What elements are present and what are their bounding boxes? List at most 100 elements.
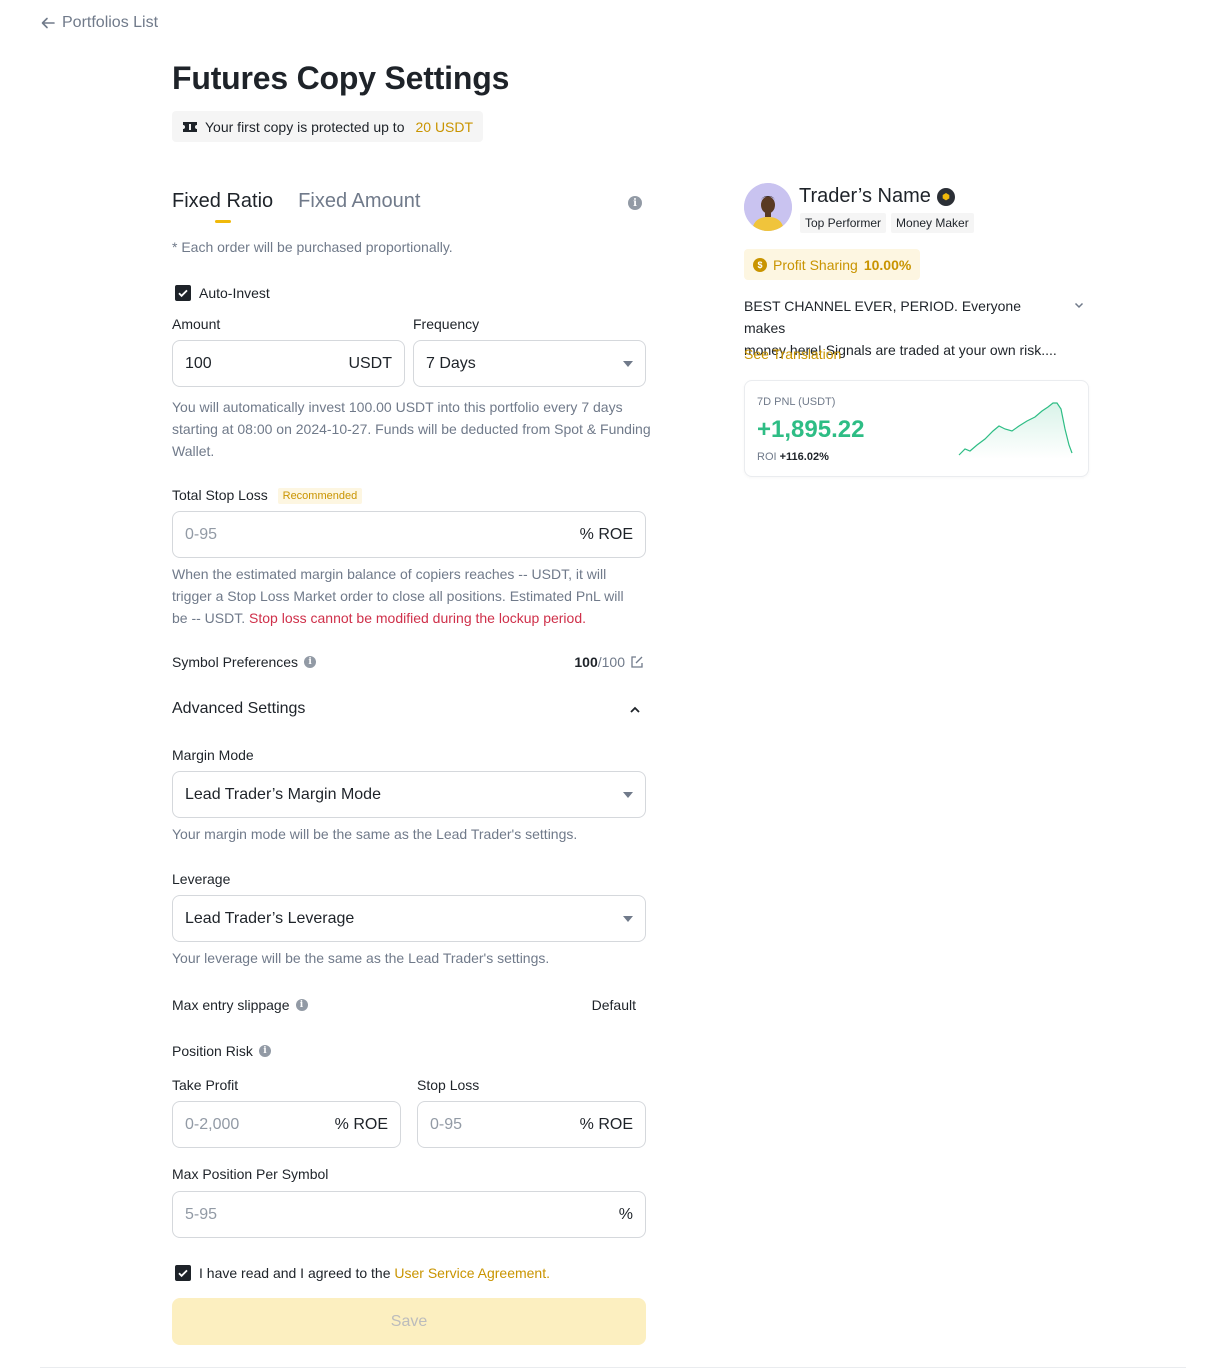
take-profit-input[interactable]: 0-2,000 % ROE <box>172 1101 401 1148</box>
stop-loss-help-line: trigger a Stop Loss Market order to clos… <box>172 588 624 604</box>
protection-amount: 20 USDT <box>415 118 474 135</box>
position-risk-label: Position Risk <box>172 1043 253 1059</box>
total-stop-loss-label-row: Total Stop Loss Recommended <box>172 487 363 505</box>
stop-loss-unit: % ROE <box>579 1115 633 1133</box>
roi-value: +116.02% <box>779 451 829 463</box>
frequency-label: Frequency <box>413 316 480 332</box>
pnl-value: +1,895.22 <box>757 416 865 443</box>
slippage-row: Max entry slippage i Default <box>172 997 646 1013</box>
trader-avatar[interactable] <box>744 183 792 231</box>
arrow-left-icon <box>41 17 55 29</box>
trader-name[interactable]: Trader’s Name <box>799 185 931 208</box>
stop-loss-label: Stop Loss <box>417 1077 480 1093</box>
auto-invest-label: Auto-Invest <box>199 285 270 301</box>
tab-fixed-amount[interactable]: Fixed Amount <box>298 190 420 223</box>
amount-label: Amount <box>172 316 221 332</box>
see-translation-link[interactable]: See Translation <box>744 346 841 362</box>
roi-label: ROI <box>757 451 777 463</box>
trader-tag: Top Performer <box>800 213 887 233</box>
bio-line: BEST CHANNEL EVER, PERIOD. Everyone make… <box>744 298 1021 336</box>
auto-invest-help: You will automatically invest 100.00 USD… <box>172 396 652 462</box>
dollar-coin-icon: $ <box>753 257 767 272</box>
total-stop-loss-help: When the estimated margin balance of cop… <box>172 563 652 629</box>
pnl-label: 7D PNL (USDT) <box>757 396 836 408</box>
margin-mode-value: Lead Trader’s Margin Mode <box>185 785 381 803</box>
caret-down-icon <box>623 915 633 922</box>
info-icon[interactable]: i <box>304 656 317 668</box>
page-title: Futures Copy Settings <box>172 60 510 96</box>
total-stop-loss-label: Total Stop Loss <box>172 487 268 503</box>
save-button[interactable]: Save <box>172 1298 646 1345</box>
protection-banner: Your first copy is protected up to 20 US… <box>172 111 484 142</box>
protection-text: Your first copy is protected up to <box>205 118 405 135</box>
auto-invest-checkbox[interactable]: Auto-Invest <box>175 285 270 301</box>
symbol-preferences-total: /100 <box>597 654 625 670</box>
leverage-select[interactable]: Lead Trader’s Leverage <box>172 895 646 942</box>
pnl-sparkline <box>958 402 1073 459</box>
trader-name-row: Trader’s Name <box>799 185 955 208</box>
mode-tabs: Fixed Ratio Fixed Amount <box>172 190 420 223</box>
amount-input[interactable]: 100 USDT <box>172 340 405 387</box>
symbol-preferences-row[interactable]: Symbol Preferences i 100/100 <box>172 654 646 670</box>
recommended-badge: Recommended <box>277 488 363 505</box>
frequency-select[interactable]: 7 Days <box>413 340 646 387</box>
divider <box>40 1367 1186 1368</box>
take-profit-unit: % ROE <box>334 1115 388 1133</box>
position-risk-row: Position Risk i <box>172 1043 271 1059</box>
auto-invest-help-line: Wallet. <box>172 443 215 459</box>
margin-mode-help: Your margin mode will be the same as the… <box>172 826 578 842</box>
chevron-up-icon[interactable] <box>628 703 642 717</box>
symbol-preferences-label: Symbol Preferences <box>172 654 299 670</box>
tab-note: * Each order will be purchased proportio… <box>172 239 453 255</box>
amount-unit: USDT <box>348 354 392 372</box>
tab-fixed-ratio[interactable]: Fixed Ratio <box>172 190 273 223</box>
stop-loss-help-line: When the estimated margin balance of cop… <box>172 566 607 582</box>
margin-mode-label: Margin Mode <box>172 747 254 763</box>
max-position-label: Max Position Per Symbol <box>172 1166 329 1182</box>
auto-invest-help-line: You will automatically invest 100.00 USD… <box>172 399 623 415</box>
frequency-value: 7 Days <box>426 354 476 372</box>
total-stop-loss-unit: % ROE <box>579 525 633 543</box>
leverage-value: Lead Trader’s Leverage <box>185 909 355 927</box>
checkbox-checked-icon[interactable] <box>175 1265 191 1281</box>
profit-sharing-value: 10.00% <box>863 256 912 273</box>
trader-tags: Top Performer Money Maker <box>800 213 974 233</box>
symbol-preferences-selected: 100 <box>574 654 598 670</box>
take-profit-label: Take Profit <box>172 1077 239 1093</box>
back-to-portfolios-link[interactable]: Portfolios List <box>40 14 158 32</box>
stop-loss-warning: Stop loss cannot be modified during the … <box>249 610 587 626</box>
advanced-settings-toggle[interactable]: Advanced Settings <box>172 700 305 718</box>
slippage-dropdown[interactable]: Default <box>592 997 646 1013</box>
max-position-unit: % <box>618 1205 633 1223</box>
auto-invest-help-line: starting at 08:00 on 2024-10-27. Funds w… <box>172 421 651 437</box>
max-position-input[interactable]: 5-95 % <box>172 1191 646 1238</box>
stop-loss-help-line: be -- USDT. <box>172 610 246 626</box>
stop-loss-input[interactable]: 0-95 % ROE <box>417 1101 646 1148</box>
user-service-agreement-link[interactable]: User Service Agreement. <box>394 1265 550 1281</box>
agreement-checkbox[interactable]: I have read and I agreed to the User Ser… <box>175 1265 550 1281</box>
roi-row: ROI +116.02% <box>757 451 829 463</box>
agreement-text: I have read and I agreed to the <box>199 1265 391 1281</box>
profit-sharing-label: Profit Sharing <box>773 256 858 273</box>
stop-loss-placeholder: 0-95 <box>430 1115 463 1133</box>
leverage-label: Leverage <box>172 871 231 887</box>
edit-icon[interactable] <box>631 656 643 668</box>
margin-mode-select[interactable]: Lead Trader’s Margin Mode <box>172 771 646 818</box>
info-icon[interactable]: i <box>628 196 642 210</box>
caret-down-icon <box>623 791 633 798</box>
ticket-icon <box>183 121 197 132</box>
total-stop-loss-placeholder: 0-95 <box>185 525 218 543</box>
info-icon[interactable]: i <box>295 999 308 1011</box>
profit-sharing-badge: $ Profit Sharing 10.00% <box>744 249 921 280</box>
slippage-label: Max entry slippage <box>172 997 290 1013</box>
checkbox-checked-icon[interactable] <box>175 285 191 301</box>
trader-tag: Money Maker <box>891 213 974 233</box>
info-icon[interactable]: i <box>258 1045 271 1057</box>
chevron-down-icon[interactable] <box>1073 299 1085 311</box>
slippage-value: Default <box>591 997 636 1013</box>
caret-down-icon <box>623 360 633 367</box>
back-link-label: Portfolios List <box>62 14 159 31</box>
pnl-card: 7D PNL (USDT) +1,895.22 ROI +116.02% <box>744 380 1089 477</box>
medal-icon <box>936 187 955 206</box>
total-stop-loss-input[interactable]: 0-95 % ROE <box>172 511 646 558</box>
